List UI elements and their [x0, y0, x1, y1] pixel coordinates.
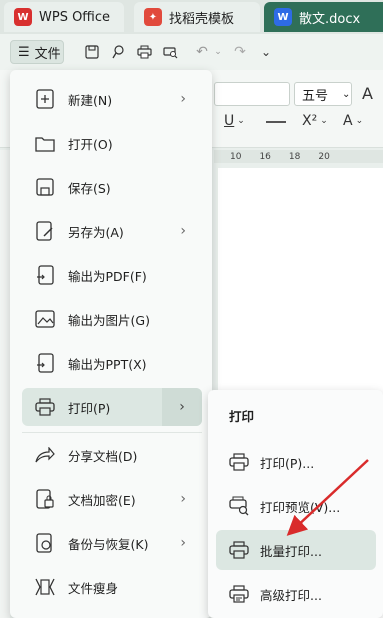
annotation-arrow-icon: [286, 459, 369, 536]
menu-item-label: 打印(P): [68, 400, 111, 416]
print-icon[interactable]: [132, 40, 156, 64]
font-name-select[interactable]: [214, 82, 290, 106]
menu-item-open[interactable]: 打开(O): [22, 124, 202, 162]
hamburger-icon: ☰: [18, 44, 30, 60]
increase-font-icon[interactable]: A: [362, 84, 373, 103]
docer-icon: ✦: [144, 8, 162, 26]
menu-item-label: 另存为(A): [68, 224, 124, 240]
slim-file-icon: [34, 576, 56, 598]
folder-icon: [34, 132, 56, 154]
font-size-select[interactable]: 五号 ⌄: [294, 82, 352, 106]
file-menu-label: 文件: [34, 46, 61, 62]
save-icon[interactable]: [80, 40, 104, 64]
chevron-right-icon: ›: [180, 223, 186, 239]
submenu-title: 打印: [229, 409, 255, 424]
menu-item-label: 新建(N): [68, 92, 113, 108]
new-file-icon: [34, 88, 56, 110]
menu-item-print[interactable]: 打印(P) ›: [22, 388, 202, 426]
tab-label: 散文.docx: [299, 11, 361, 27]
ppt-export-icon: [34, 352, 56, 374]
text-effect-icon[interactable]: A ⌄: [343, 111, 363, 131]
menu-item-backup[interactable]: 备份与恢复(K) ›: [22, 524, 202, 562]
undo-dropdown-icon[interactable]: ⌄: [206, 40, 230, 64]
ruler-mark: 10: [230, 151, 242, 162]
advanced-print-icon: [228, 583, 250, 605]
menu-item-label: 打开(O): [68, 136, 113, 152]
print-preview-icon: [228, 495, 250, 517]
tab-label: WPS Office: [39, 9, 111, 25]
menu-item-label: 分享文档(D): [68, 448, 138, 464]
chevron-down-icon[interactable]: ⌄: [254, 40, 278, 64]
menu-item-slim-file[interactable]: 文件瘦身: [22, 568, 202, 606]
pdf-export-icon: [34, 264, 56, 286]
save-icon: [34, 176, 56, 198]
batch-print-icon: [228, 539, 250, 561]
menu-item-label: 文档加密(E): [68, 492, 136, 508]
printer-icon: [34, 396, 56, 418]
printer-icon: [228, 451, 250, 473]
format-painter-icon[interactable]: [106, 40, 130, 64]
menu-item-save-as[interactable]: 另存为(A) ›: [22, 212, 202, 250]
underline-icon[interactable]: U ⌄: [224, 111, 245, 131]
backup-icon: [34, 532, 56, 554]
encrypt-icon: [34, 488, 56, 510]
submenu-item-label: 高级打印...: [260, 587, 322, 603]
font-size-value: 五号: [302, 88, 329, 104]
menu-item-label: 文件瘦身: [68, 580, 119, 596]
redo-icon[interactable]: ↷: [228, 40, 252, 64]
tab-label: 找稻壳模板: [169, 11, 235, 27]
file-menu-button[interactable]: ☰ 文件: [10, 40, 64, 64]
word-doc-icon: W: [274, 8, 292, 26]
wps-logo-icon: W: [14, 8, 32, 26]
chevron-right-icon: ›: [180, 491, 186, 507]
submenu-item-advanced-print[interactable]: 高级打印...: [216, 574, 376, 614]
menu-item-label: 输出为图片(G): [68, 312, 150, 328]
ruler-mark: 20: [318, 151, 330, 162]
menu-item-label: 保存(S): [68, 180, 111, 196]
print-preview-icon[interactable]: [158, 40, 182, 64]
menu-item-encrypt[interactable]: 文档加密(E) ›: [22, 480, 202, 518]
menu-item-new[interactable]: 新建(N) ›: [22, 80, 202, 118]
left-strip: [0, 150, 10, 618]
tab-document[interactable]: W 散文.docx: [264, 2, 383, 32]
chevron-right-icon: ›: [162, 388, 202, 426]
tab-wps-office[interactable]: W WPS Office: [4, 2, 124, 32]
menu-item-label: 备份与恢复(K): [68, 536, 149, 552]
chevron-right-icon: ›: [180, 535, 186, 551]
menu-item-export-ppt[interactable]: 输出为PPT(X): [22, 344, 202, 382]
horizontal-ruler: 10 16 18 20: [214, 150, 383, 163]
share-icon: [34, 444, 56, 466]
chevron-down-icon: ⌄: [342, 88, 351, 100]
divider-line: [266, 121, 286, 123]
save-as-icon: [34, 220, 56, 242]
menu-item-export-image[interactable]: 输出为图片(G): [22, 300, 202, 338]
submenu-item-label: 批量打印...: [260, 543, 322, 559]
menu-item-label: 输出为PDF(F): [68, 268, 147, 284]
menu-item-export-pdf[interactable]: 输出为PDF(F): [22, 256, 202, 294]
menu-item-save[interactable]: 保存(S): [22, 168, 202, 206]
image-export-icon: [34, 308, 56, 330]
menu-item-label: 输出为PPT(X): [68, 356, 147, 372]
ruler-mark: 16: [259, 151, 271, 162]
ruler-mark: 18: [288, 151, 301, 162]
menu-item-share[interactable]: 分享文档(D): [22, 436, 202, 474]
tab-docer-templates[interactable]: ✦ 找稻壳模板: [134, 2, 260, 32]
menu-divider: [22, 432, 202, 433]
superscript-icon[interactable]: X² ⌄: [302, 111, 328, 131]
chevron-right-icon: ›: [180, 91, 186, 107]
